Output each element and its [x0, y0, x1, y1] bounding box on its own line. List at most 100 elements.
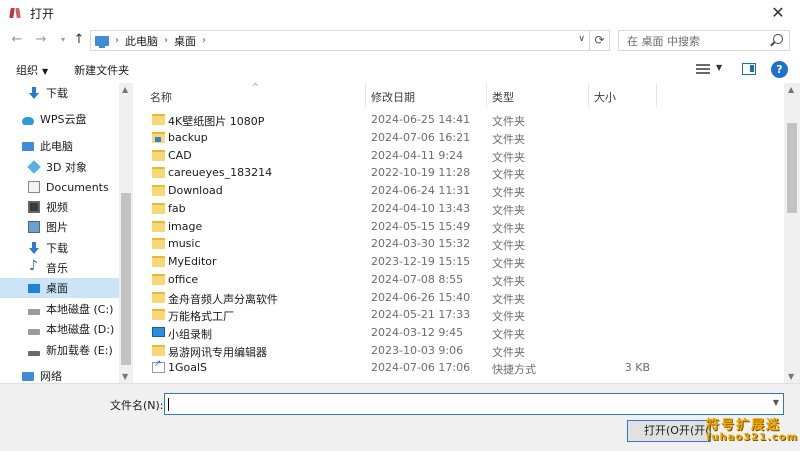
- folder-icon: [152, 167, 165, 178]
- nav-item-drive-c[interactable]: 本地磁盘 (C:): [28, 299, 118, 319]
- nav-item-downloads-2[interactable]: 下载: [28, 238, 118, 258]
- nav-label: 图片: [46, 221, 68, 234]
- file-name: careueyes_183214: [168, 166, 273, 179]
- nav-item-downloads[interactable]: 下载: [28, 83, 118, 103]
- help-icon[interactable]: ?: [771, 61, 788, 78]
- nav-item-3d-objects[interactable]: 3D 对象: [27, 157, 118, 177]
- scroll-down-icon[interactable]: ▼: [788, 372, 794, 381]
- up-arrow-icon[interactable]: ↑: [70, 31, 88, 49]
- file-size: 3 KB: [624, 361, 650, 374]
- nav-label: 新加载卷 (E:): [46, 344, 113, 357]
- file-name: music: [168, 237, 201, 250]
- breadcrumb-this-pc[interactable]: 此电脑: [125, 33, 158, 49]
- new-folder-button[interactable]: 新建文件夹: [74, 62, 129, 78]
- table-row[interactable]: MyEditor 2023-12-19 15:15 文件夹: [134, 253, 784, 271]
- column-divider[interactable]: [656, 83, 657, 107]
- forward-arrow-icon[interactable]: →: [32, 31, 50, 49]
- open-button[interactable]: 打开(O开(开(: [627, 420, 711, 442]
- file-type: 文件夹: [492, 293, 525, 306]
- table-row[interactable]: 万能格式工厂 2024-05-21 17:33 文件夹: [134, 306, 784, 324]
- scroll-up-icon[interactable]: ▲: [122, 85, 128, 94]
- folder-icon: [152, 309, 165, 320]
- column-header-date[interactable]: 修改日期: [371, 89, 415, 105]
- search-icon[interactable]: [773, 34, 783, 44]
- search-input[interactable]: 在 桌面 中搜索: [618, 30, 790, 51]
- file-type: 文件夹: [492, 204, 525, 217]
- preview-pane-icon[interactable]: [742, 63, 756, 75]
- table-row[interactable]: office 2024-07-08 8:55 文件夹: [134, 271, 784, 289]
- nav-item-network[interactable]: 网络: [22, 366, 118, 383]
- organize-button[interactable]: 组织 ▼: [16, 62, 48, 78]
- table-row[interactable]: careueyes_183214 2022-10-19 11:28 文件夹: [134, 164, 784, 182]
- table-row[interactable]: image 2024-05-15 15:49 文件夹: [134, 218, 784, 236]
- table-row[interactable]: backup 2024-07-06 16:21 文件夹: [134, 129, 784, 147]
- scrollbar-thumb[interactable]: [121, 193, 131, 365]
- nav-item-videos[interactable]: 视频: [28, 197, 118, 217]
- file-date: 2024-07-06 17:06: [371, 361, 471, 374]
- file-name: CAD: [168, 149, 192, 162]
- search-placeholder: 在 桌面 中搜索: [627, 34, 700, 48]
- file-type: 文件夹: [492, 257, 525, 270]
- table-row[interactable]: 金舟音频人声分离软件 2024-06-26 15:40 文件夹: [134, 289, 784, 307]
- shortcut-icon: [152, 359, 165, 373]
- nav-label: 本地磁盘 (D:): [46, 323, 115, 336]
- file-date: 2024-06-25 14:41: [371, 113, 471, 126]
- view-options-icon[interactable]: [696, 64, 710, 75]
- scroll-down-icon[interactable]: ▼: [122, 372, 128, 381]
- nav-item-this-pc[interactable]: 此电脑: [22, 136, 118, 156]
- table-row[interactable]: 小组录制 2024-03-12 9:45 文件夹: [134, 324, 784, 342]
- address-dropdown-icon[interactable]: ∨: [578, 34, 585, 44]
- column-divider[interactable]: [486, 83, 487, 107]
- chevron-right-icon[interactable]: ›: [202, 35, 206, 46]
- nav-item-documents[interactable]: Documents: [28, 177, 118, 197]
- view-dropdown-icon[interactable]: ▼: [716, 63, 722, 72]
- file-type: 文件夹: [492, 239, 525, 252]
- nav-item-music[interactable]: 音乐: [28, 258, 118, 278]
- nav-item-drive-d[interactable]: 本地磁盘 (D:): [28, 319, 118, 339]
- table-row[interactable]: 易游网讯专用编辑器 2023-10-03 9:06 文件夹: [134, 342, 784, 360]
- 3d-objects-icon: [27, 160, 41, 174]
- file-name: image: [168, 220, 203, 233]
- address-bar[interactable]: › 此电脑 › 桌面 › ∨: [90, 30, 590, 51]
- folder-icon: [152, 345, 165, 356]
- table-row[interactable]: 1GoalS 2024-07-06 17:06 快捷方式 3 KB: [134, 359, 784, 377]
- nav-item-drive-e[interactable]: 新加载卷 (E:): [28, 340, 118, 360]
- column-header-name[interactable]: 名称: [150, 89, 172, 105]
- cloud-icon: [22, 117, 34, 125]
- breadcrumb-desktop[interactable]: 桌面: [174, 33, 196, 49]
- nav-item-wps-cloud[interactable]: WPS云盘: [22, 109, 118, 129]
- filename-dropdown-icon[interactable]: ▼: [773, 398, 779, 407]
- nav-label: 网络: [40, 370, 62, 383]
- file-date: 2024-03-30 15:32: [371, 237, 471, 250]
- nav-label: 3D 对象: [46, 161, 87, 174]
- back-arrow-icon[interactable]: ←: [8, 31, 26, 49]
- documents-icon: [28, 181, 40, 193]
- file-name: 易游网讯专用编辑器: [168, 346, 267, 359]
- column-divider[interactable]: [365, 83, 366, 107]
- scroll-up-icon[interactable]: ▲: [788, 85, 794, 94]
- refresh-icon[interactable]: ⟳: [590, 30, 610, 51]
- table-row[interactable]: Download 2024-06-24 11:31 文件夹: [134, 182, 784, 200]
- table-row[interactable]: fab 2024-04-10 13:43 文件夹: [134, 200, 784, 218]
- file-type: 文件夹: [492, 115, 525, 128]
- filename-input[interactable]: ▼: [164, 393, 784, 415]
- nav-item-desktop[interactable]: 桌面: [0, 278, 119, 298]
- scrollbar-thumb[interactable]: [787, 123, 797, 213]
- table-row[interactable]: music 2024-03-30 15:32 文件夹: [134, 235, 784, 253]
- table-row[interactable]: CAD 2024-04-11 9:24 文件夹: [134, 147, 784, 165]
- file-name: backup: [168, 131, 208, 144]
- folder-icon: [152, 185, 165, 196]
- nav-pane-scrollbar[interactable]: ▲ ▼: [119, 83, 133, 383]
- column-divider[interactable]: [588, 83, 589, 107]
- file-list-scrollbar[interactable]: ▲ ▼: [784, 83, 800, 383]
- nav-item-pictures[interactable]: 图片: [28, 217, 118, 237]
- nav-label: 桌面: [46, 282, 68, 295]
- table-row[interactable]: 4K壁纸图片 1080P 2024-06-25 14:41 文件夹: [134, 111, 784, 129]
- column-header-size[interactable]: 大小: [594, 89, 616, 105]
- nav-label: WPS云盘: [40, 113, 87, 126]
- navigation-pane: 下载 WPS云盘 此电脑 3D 对象 Documents 视频 图片 下载 音乐…: [0, 83, 133, 383]
- column-header-type[interactable]: 类型: [492, 89, 514, 105]
- file-name: MyEditor: [168, 255, 217, 268]
- folder-icon: [152, 203, 165, 214]
- close-icon[interactable]: ✕: [768, 3, 788, 22]
